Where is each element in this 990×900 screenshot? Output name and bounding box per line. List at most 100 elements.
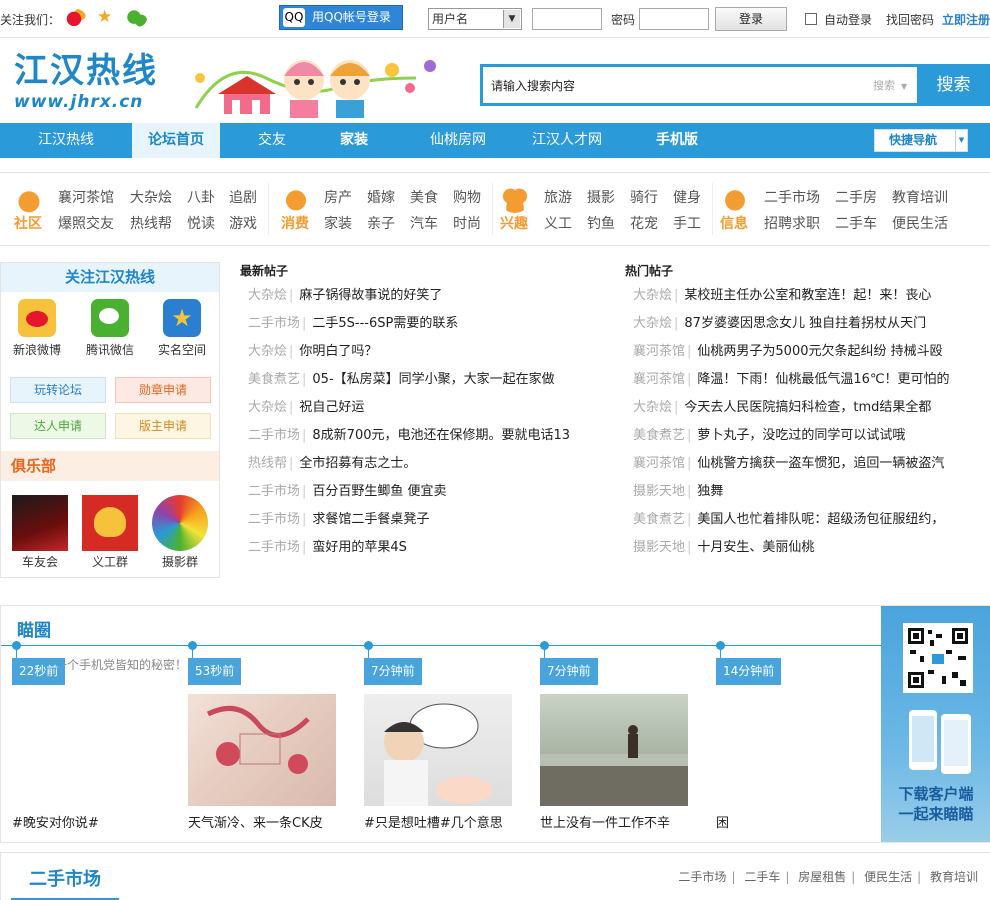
category-link[interactable]: 游戏 (229, 213, 257, 233)
post-forum[interactable]: 襄河茶馆 (633, 344, 685, 359)
category-link[interactable]: 花宠 (630, 213, 658, 233)
tab-house-rent-sale[interactable]: 房屋租售 (798, 870, 846, 884)
post-title[interactable]: 今天去人民医院搞妇科检查，tmd结果全都 (684, 400, 931, 415)
category-link[interactable]: 汽车 (410, 213, 438, 233)
post-title[interactable]: 麻子锅得故事说的好笑了 (299, 288, 442, 303)
club-car[interactable]: 车友会 (11, 495, 69, 570)
post-row[interactable]: 大杂烩 | 麻子锅得故事说的好笑了 (248, 287, 606, 305)
category-interest[interactable]: 兴趣 (500, 213, 528, 233)
post-forum[interactable]: 襄河茶馆 (633, 456, 685, 471)
category-link[interactable]: 家装 (324, 213, 352, 233)
login-type-select[interactable]: 用户名 ▼ (428, 8, 522, 30)
post-title[interactable]: 某校班主任办公室和教室连！起！来！丧心 (684, 288, 931, 303)
tab-convenience[interactable]: 便民生活 (864, 870, 912, 884)
category-link[interactable]: 热线帮 (130, 213, 172, 233)
post-forum[interactable]: 大杂烩 (248, 288, 287, 303)
login-button[interactable]: 登录 (715, 7, 787, 31)
category-link[interactable]: 大杂烩 (130, 187, 172, 207)
category-link[interactable]: 钓鱼 (587, 213, 615, 233)
post-row[interactable]: 襄河茶馆 | 仙桃警方擒获一盗车惯犯，追回一辆被盗汽 (633, 455, 983, 473)
post-forum[interactable]: 二手市场 (248, 512, 300, 527)
post-row[interactable]: 大杂烩 | 某校班主任办公室和教室连！起！来！丧心 (633, 287, 983, 305)
post-row[interactable]: 二手市场 | 求餐馆二手餐桌凳子 (248, 511, 606, 529)
category-link[interactable]: 健身 (673, 187, 701, 207)
post-title[interactable]: 祝自己好运 (299, 400, 364, 415)
register-link[interactable]: 立即注册 (942, 11, 990, 28)
post-row[interactable]: 美食煮艺 | 美国人也忙着排队呢：超级汤包征服纽约， (633, 511, 983, 529)
post-title[interactable]: 美国人也忙着排队呢：超级汤包征服纽约， (697, 512, 944, 527)
password-input[interactable] (639, 8, 709, 30)
miaoquan-caption[interactable]: #只是想吐槽#几个意思 (364, 812, 524, 831)
post-forum[interactable]: 襄河茶馆 (633, 372, 685, 387)
miaoquan-caption[interactable]: #晚安对你说# (12, 812, 172, 831)
category-link[interactable]: 亲子 (367, 213, 395, 233)
category-link[interactable]: 摄影 (587, 187, 615, 207)
post-row[interactable]: 摄影天地 | 十月安生、美丽仙桃 (633, 539, 983, 557)
category-link[interactable]: 二手房 (835, 187, 877, 207)
tag-moderator-apply[interactable]: 版主申请 (115, 413, 211, 439)
post-title[interactable]: 全市招募有志之士。 (299, 456, 416, 471)
category-link[interactable]: 便民生活 (892, 213, 948, 233)
post-row[interactable]: 热线帮 | 全市招募有志之士。 (248, 455, 606, 473)
post-row[interactable]: 大杂烩 | 你明白了吗？ (248, 343, 606, 361)
post-row[interactable]: 大杂烩 | 今天去人民医院搞妇科检查，tmd结果全都 (633, 399, 983, 417)
tab-education[interactable]: 教育培训 (930, 870, 978, 884)
post-row[interactable]: 二手市场 | 蛮好用的苹果4S (248, 539, 606, 557)
nav-item-jhrx[interactable]: 江汉热线 (22, 123, 110, 158)
category-link[interactable]: 美食 (410, 187, 438, 207)
nav-item-forum-home[interactable]: 论坛首页 (132, 123, 220, 158)
wechat-icon[interactable] (127, 9, 147, 27)
post-forum[interactable]: 大杂烩 (633, 400, 672, 415)
post-forum[interactable]: 大杂烩 (633, 316, 672, 331)
quick-nav-button[interactable]: 快捷导航 ▼ (874, 129, 968, 152)
category-link[interactable]: 追剧 (229, 187, 257, 207)
weibo-icon[interactable] (66, 9, 86, 27)
category-link[interactable]: 旅游 (544, 187, 572, 207)
club-photography[interactable]: 摄影群 (151, 495, 209, 570)
pouch-photo[interactable] (188, 694, 336, 806)
category-link[interactable]: 时尚 (453, 213, 481, 233)
category-community[interactable]: 社区 (14, 213, 42, 233)
search-type-select[interactable]: 搜索 ▼ (873, 77, 907, 93)
post-row[interactable]: 大杂烩 | 87岁婆婆因思念女儿 独自拄着拐杖从天门 (633, 315, 983, 333)
post-title[interactable]: 百分百野生鲫鱼 便宜卖 (312, 484, 446, 499)
username-input[interactable] (532, 8, 602, 30)
post-title[interactable]: 二手5S---6SP需要的联系 (312, 316, 458, 331)
post-title[interactable]: 87岁婆婆因思念女儿 独自拄着拐杖从天门 (684, 316, 926, 331)
post-forum[interactable]: 二手市场 (248, 428, 300, 443)
category-link[interactable]: 二手市场 (764, 187, 820, 207)
nav-item-mobile[interactable]: 手机版 (642, 123, 712, 158)
post-forum[interactable]: 美食煮艺 (633, 428, 685, 443)
post-forum[interactable]: 大杂烩 (633, 288, 672, 303)
qq-login-button[interactable]: QQ 用QQ帐号登录 (279, 5, 403, 30)
category-link[interactable]: 悦读 (187, 213, 215, 233)
search-input[interactable]: 请输入搜索内容 (491, 77, 575, 94)
post-forum[interactable]: 摄影天地 (633, 540, 685, 555)
category-link[interactable]: 襄河茶馆 (58, 187, 114, 207)
category-link[interactable]: 义工 (544, 213, 572, 233)
baby-photo[interactable] (364, 694, 512, 806)
post-row[interactable]: 美食煮艺 | 萝卜丸子，没吃过的同学可以试试哦 (633, 427, 983, 445)
category-link[interactable]: 婚嫁 (367, 187, 395, 207)
post-title[interactable]: 8成新700元，电池还在保修期。要就电话13 (312, 428, 570, 443)
auto-login-checkbox[interactable] (805, 13, 817, 25)
post-row[interactable]: 二手市场 | 8成新700元，电池还在保修期。要就电话13 (248, 427, 606, 445)
post-forum[interactable]: 二手市场 (248, 316, 300, 331)
post-title[interactable]: 05-【私房菜】同学小聚，大家一起在家做 (312, 372, 554, 387)
category-link[interactable]: 教育培训 (892, 187, 948, 207)
post-row[interactable]: 摄影天地 | 独舞 (633, 483, 983, 501)
tag-expert-apply[interactable]: 达人申请 (10, 413, 106, 439)
star-icon[interactable]: ★ (97, 7, 112, 27)
post-forum[interactable]: 二手市场 (248, 540, 300, 555)
category-consumption[interactable]: 消费 (281, 213, 309, 233)
category-info[interactable]: 信息 (720, 213, 748, 233)
category-link[interactable]: 骑行 (630, 187, 658, 207)
category-link[interactable]: 八卦 (187, 187, 215, 207)
search-button[interactable]: 搜索 (917, 64, 990, 106)
post-forum[interactable]: 大杂烩 (248, 344, 287, 359)
post-forum[interactable]: 大杂烩 (248, 400, 287, 415)
sina-weibo-link[interactable]: 新浪微博 (7, 299, 67, 358)
site-logo[interactable]: 江汉热线 www.jhrx.cn (14, 50, 194, 118)
post-row[interactable]: 襄河茶馆 | 降温！下雨！仙桃最低气温16℃！更可怕的 (633, 371, 983, 389)
post-title[interactable]: 十月安生、美丽仙桃 (697, 540, 814, 555)
